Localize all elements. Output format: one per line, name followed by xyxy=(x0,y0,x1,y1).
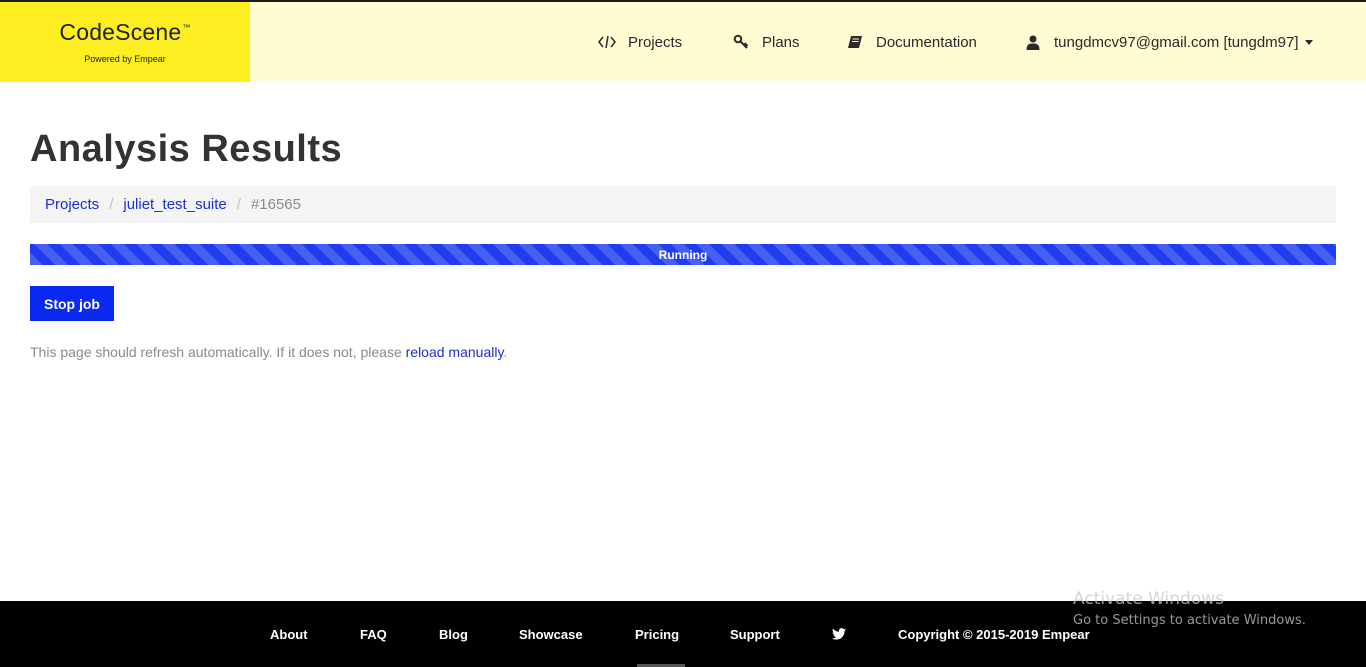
refresh-notice-text: This page should refresh automatically. … xyxy=(30,344,406,360)
key-icon xyxy=(732,33,750,51)
breadcrumb-current-job: #16565 xyxy=(250,196,301,213)
footer-link-support[interactable]: Support xyxy=(730,601,780,667)
stop-job-button[interactable]: Stop job xyxy=(30,286,114,321)
page-title: Analysis Results xyxy=(30,128,343,170)
footer-link-faq[interactable]: FAQ xyxy=(360,601,387,667)
user-menu-dropdown[interactable]: tungdmcv97@gmail.com [tungdm97] xyxy=(1024,2,1313,82)
footer-link-blog[interactable]: Blog xyxy=(439,601,468,667)
user-icon xyxy=(1024,33,1042,51)
breadcrumb-project-juliet[interactable]: juliet_test_suite xyxy=(123,196,226,213)
windows-activation-watermark: Activate Windows Go to Settings to activ… xyxy=(1073,589,1306,628)
footer-link-showcase[interactable]: Showcase xyxy=(519,601,583,667)
watermark-subtitle: Go to Settings to activate Windows. xyxy=(1073,613,1306,628)
codescene-logo[interactable]: CodeScene™ Powered by Empear xyxy=(0,2,250,82)
nav-projects-label: Projects xyxy=(628,33,683,51)
user-menu-label: tungdmcv97@gmail.com [tungdm97] xyxy=(1054,33,1299,51)
breadcrumb: Projects / juliet_test_suite / #16565 xyxy=(30,186,1336,223)
breadcrumb-projects[interactable]: Projects xyxy=(45,196,99,213)
nav-documentation-label: Documentation xyxy=(876,33,977,51)
watermark-title: Activate Windows xyxy=(1073,589,1224,609)
job-progress-bar: Running xyxy=(30,244,1336,265)
book-icon xyxy=(846,33,864,51)
nav-projects[interactable]: Projects xyxy=(598,2,682,82)
footer-link-about[interactable]: About xyxy=(270,601,308,667)
twitter-icon[interactable] xyxy=(832,601,846,667)
refresh-notice: This page should refresh automatically. … xyxy=(30,344,507,360)
top-navbar: CodeScene™ Powered by Empear Projects Pl… xyxy=(0,2,1366,82)
caret-down-icon xyxy=(1304,39,1313,45)
breadcrumb-separator: / xyxy=(109,196,114,213)
nav-plans[interactable]: Plans xyxy=(732,2,800,82)
reload-manually-link[interactable]: reload manually xyxy=(406,344,504,360)
code-icon xyxy=(598,33,616,51)
progress-status-label: Running xyxy=(658,247,708,262)
logo-tagline: Powered by Empear xyxy=(84,54,166,64)
logo-wordmark: CodeScene™ xyxy=(59,19,191,45)
footer-link-pricing[interactable]: Pricing xyxy=(635,601,679,667)
refresh-notice-suffix: . xyxy=(503,344,508,360)
nav-documentation[interactable]: Documentation xyxy=(846,2,977,82)
nav-plans-label: Plans xyxy=(762,33,800,51)
footer-copyright: Copyright © 2015-2019 Empear xyxy=(898,626,1090,642)
breadcrumb-separator: / xyxy=(236,196,241,213)
